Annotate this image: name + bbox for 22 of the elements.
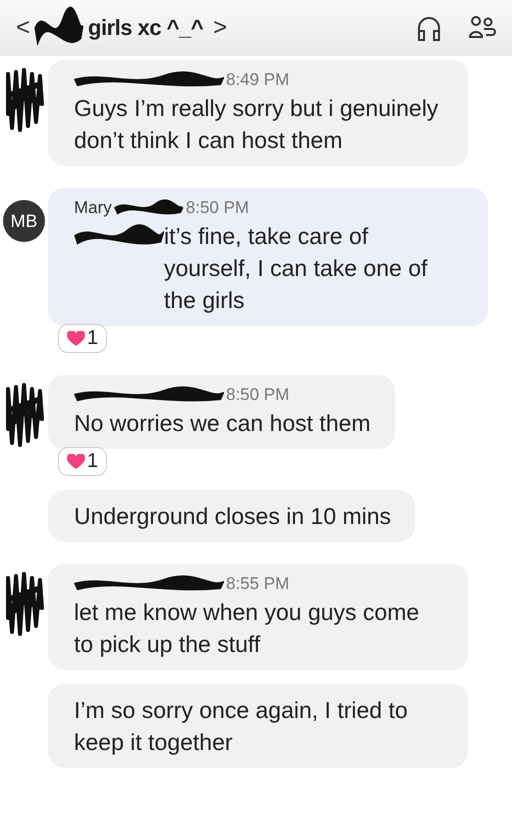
- chat-title[interactable]: girls xc ^_^: [88, 15, 204, 41]
- reaction-chip[interactable]: 1: [58, 324, 108, 353]
- people-icon[interactable]: [468, 15, 496, 41]
- sender-name: Mary: [74, 198, 112, 218]
- reaction-chip[interactable]: 1: [58, 447, 108, 476]
- message-time: 8:50 PM: [186, 198, 250, 218]
- avatar[interactable]: MB: [3, 200, 45, 242]
- message-text: let me know when you guys come to pick up the stuff: [74, 598, 420, 659]
- message-time: 8:50 PM: [226, 385, 290, 405]
- back-button[interactable]: <: [16, 14, 30, 42]
- chevron-button[interactable]: >: [213, 14, 228, 42]
- message-text: it’s fine, take care of yourself, I can take one of the girls: [164, 222, 428, 315]
- message-text: Guys I’m really sorry but i genuinely don’t think I can host them: [74, 94, 440, 155]
- heart-icon: [67, 454, 85, 470]
- message-time: 8:55 PM: [226, 574, 290, 594]
- message-text: No worries we can host them: [74, 409, 371, 438]
- message-text: Underground closes in 10 mins: [74, 502, 392, 531]
- redaction-scribble: [114, 199, 184, 217]
- heart-icon: [67, 330, 85, 346]
- message-time: 8:49 PM: [226, 70, 290, 90]
- message-text: I’m so sorry once again, I tried to keep it together: [74, 696, 409, 757]
- headphones-icon[interactable]: [416, 14, 442, 42]
